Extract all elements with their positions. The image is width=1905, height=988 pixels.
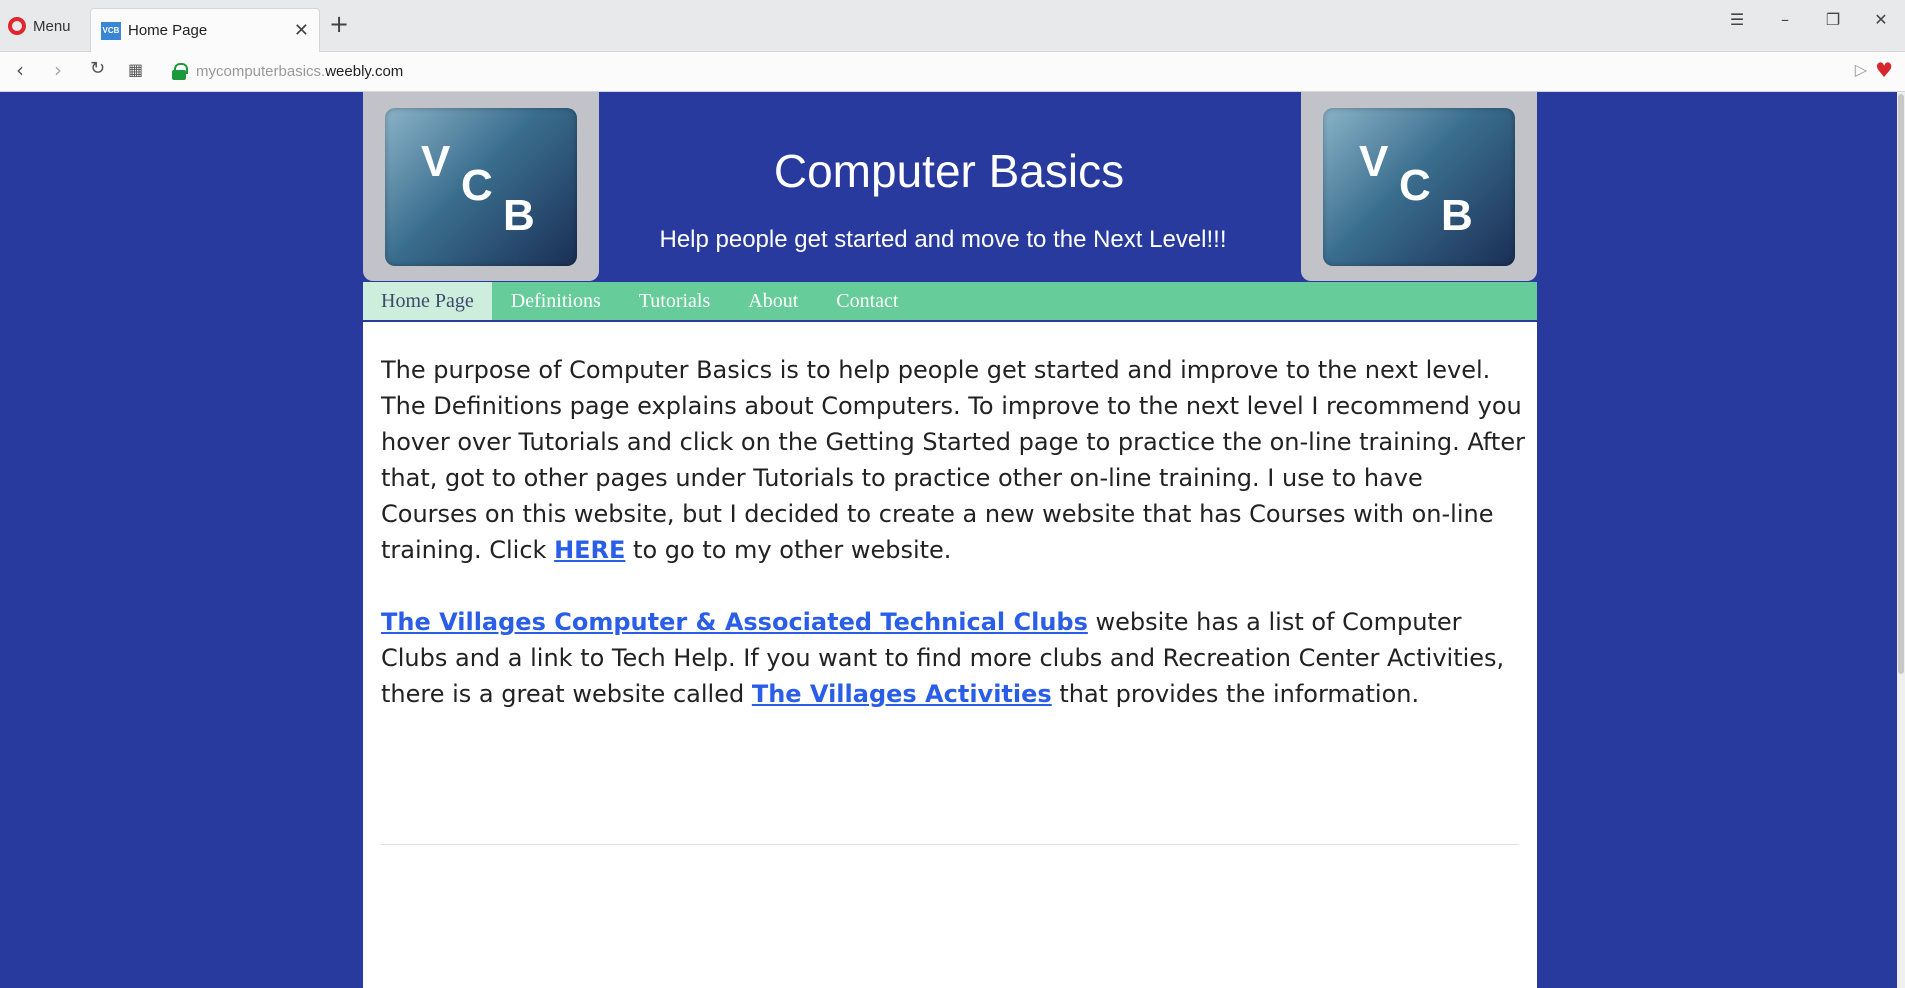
reload-icon[interactable]: ↻ xyxy=(90,60,105,78)
logo-left[interactable]: V C B xyxy=(363,92,599,281)
browser-tab-bar: Menu VCB Home Page ✕ + ☰ – ❐ ✕ xyxy=(0,0,1905,52)
site-wrapper: V C B Computer Basics Help people get st… xyxy=(363,92,1537,988)
url-field[interactable]: mycomputerbasics.weebly.com xyxy=(166,56,1846,86)
page-scrollbar[interactable] xyxy=(1897,92,1905,988)
nav-home-page[interactable]: Home Page xyxy=(363,282,492,320)
tab-menu-icon[interactable]: ☰ xyxy=(1713,10,1761,29)
vcb-logo-image: V C B xyxy=(1323,108,1515,266)
site-tagline: Help people get started and move to the … xyxy=(659,226,1227,253)
web-page: V C B Computer Basics Help people get st… xyxy=(0,92,1905,988)
browser-menu-button[interactable]: Menu xyxy=(8,14,71,38)
nav-contact[interactable]: Contact xyxy=(817,282,917,320)
restore-icon[interactable]: ❐ xyxy=(1809,10,1857,29)
address-bar: ‹ › ↻ ▦ mycomputerbasics.weebly.com ▷ ♥ xyxy=(0,52,1905,92)
forward-icon[interactable]: › xyxy=(54,60,62,80)
logo-letter-c: C xyxy=(461,161,493,210)
close-tab-icon[interactable]: ✕ xyxy=(294,21,309,40)
close-window-icon[interactable]: ✕ xyxy=(1857,10,1905,29)
window-controls: ☰ – ❐ ✕ xyxy=(1713,10,1905,29)
secure-lock-icon[interactable] xyxy=(172,62,188,80)
clubs-paragraph: The Villages Computer & Associated Techn… xyxy=(381,604,1526,712)
vcb-logo-image: V C B xyxy=(385,108,577,266)
scrollbar-thumb[interactable] xyxy=(1898,94,1904,674)
opera-logo-icon xyxy=(8,17,26,35)
url-prefix: mycomputerbasics. xyxy=(196,62,326,80)
main-content: The purpose of Computer Basics is to hel… xyxy=(381,352,1526,748)
site-nav: Home Page Definitions Tutorials About Co… xyxy=(363,282,1537,322)
browser-menu-label: Menu xyxy=(33,17,71,35)
logo-letter-b: B xyxy=(1441,191,1473,240)
logo-letter-v: V xyxy=(421,137,451,186)
site-header: V C B Computer Basics Help people get st… xyxy=(363,92,1537,282)
intro-text-end: to go to my other website. xyxy=(625,536,952,564)
heart-icon[interactable]: ♥ xyxy=(1875,60,1893,80)
favicon-icon: VCB xyxy=(101,21,121,40)
logo-right[interactable]: V C B xyxy=(1301,92,1537,281)
back-icon[interactable]: ‹ xyxy=(16,60,24,80)
tab-title: Home Page xyxy=(128,22,208,39)
content-divider xyxy=(381,844,1519,845)
logo-letter-v: V xyxy=(1359,137,1389,186)
speed-dial-icon[interactable]: ▦ xyxy=(128,62,143,78)
site-title: Computer Basics xyxy=(773,145,1125,197)
logo-letter-b: B xyxy=(503,191,535,240)
nav-about[interactable]: About xyxy=(729,282,817,320)
url-domain: weebly.com xyxy=(325,62,404,80)
nav-tutorials[interactable]: Tutorials xyxy=(620,282,730,320)
villages-clubs-link[interactable]: The Villages Computer & Associated Techn… xyxy=(381,608,1088,636)
new-tab-icon[interactable]: + xyxy=(329,12,349,36)
logo-letter-c: C xyxy=(1399,161,1431,210)
send-icon[interactable]: ▷ xyxy=(1855,62,1867,78)
clubs-text-end: that provides the information. xyxy=(1051,680,1420,708)
intro-paragraph: The purpose of Computer Basics is to hel… xyxy=(381,352,1526,568)
villages-activities-link[interactable]: The Villages Activities xyxy=(752,680,1052,708)
here-link[interactable]: HERE xyxy=(554,536,625,564)
nav-definitions[interactable]: Definitions xyxy=(492,282,620,320)
intro-text: The purpose of Computer Basics is to hel… xyxy=(381,356,1525,564)
browser-tab[interactable]: VCB Home Page ✕ xyxy=(90,8,320,52)
minimize-icon[interactable]: – xyxy=(1761,10,1809,29)
